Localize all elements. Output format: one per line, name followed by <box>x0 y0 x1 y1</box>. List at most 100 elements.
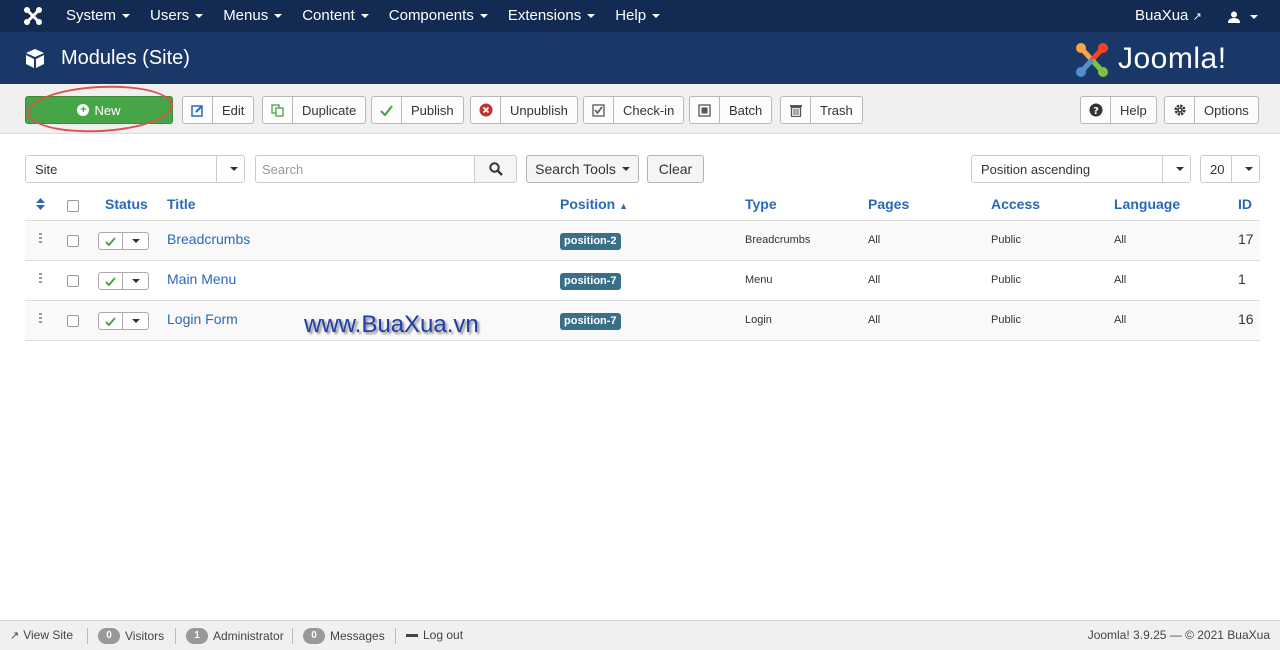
version-info: Joomla! 3.9.25 — © 2021 BuaXua <box>1087 628 1270 642</box>
joomla-logo-icon[interactable] <box>22 6 44 26</box>
edit-button[interactable]: Edit <box>182 96 255 124</box>
published-check-icon[interactable] <box>99 273 123 289</box>
header-status[interactable]: Status <box>105 196 148 212</box>
caret-down-icon <box>587 14 596 19</box>
publish-button[interactable]: Publish <box>371 96 464 124</box>
clear-button[interactable]: Clear <box>647 155 704 183</box>
menu-content[interactable]: Content <box>292 0 379 32</box>
help-button[interactable]: ? Help <box>1080 96 1157 124</box>
header-position[interactable]: Position ▲ <box>560 196 628 212</box>
search-input[interactable] <box>255 155 475 183</box>
unpublish-button[interactable]: Unpublish <box>470 96 578 124</box>
menu-extensions[interactable]: Extensions <box>498 0 605 32</box>
checkbox-checked-icon <box>584 97 614 123</box>
language-cell: All <box>1114 314 1127 326</box>
module-title-link[interactable]: Breadcrumbs <box>167 231 250 247</box>
row-checkbox[interactable] <box>67 275 79 287</box>
header-access[interactable]: Access <box>991 196 1040 212</box>
site-link[interactable]: BuaXua ↗ <box>1135 0 1202 33</box>
page-header: Modules (Site) Joomla! <box>0 32 1280 84</box>
options-button[interactable]: Options <box>1164 96 1259 124</box>
caret-down-icon <box>621 167 630 171</box>
header-pages[interactable]: Pages <box>868 196 909 212</box>
position-badge: position-7 <box>560 273 621 290</box>
caret-down-icon <box>122 14 131 19</box>
id-cell: 16 <box>1238 311 1254 327</box>
header-title[interactable]: Title <box>167 196 196 212</box>
access-cell: Public <box>991 274 1021 286</box>
table-row: Login Form position-7 Login All Public A… <box>25 301 1260 341</box>
drag-handle-icon[interactable] <box>39 273 42 285</box>
caret-down-icon <box>479 14 488 19</box>
menu-system[interactable]: System <box>56 0 140 32</box>
sort-icon[interactable] <box>36 198 45 210</box>
list-limit-select[interactable]: 20 <box>1200 155 1260 183</box>
edit-icon <box>183 97 213 123</box>
drag-handle-icon[interactable] <box>39 313 42 325</box>
divider <box>175 628 176 644</box>
status-toggle[interactable] <box>98 232 149 250</box>
menu-menus[interactable]: Menus <box>213 0 292 32</box>
module-title-link[interactable]: Login Form <box>167 311 238 327</box>
minus-icon <box>406 633 418 637</box>
caret-down-icon[interactable] <box>123 273 148 289</box>
position-badge: position-2 <box>560 233 621 250</box>
language-cell: All <box>1114 234 1127 246</box>
header-id[interactable]: ID <box>1238 196 1252 212</box>
table-row: Main Menu position-7 Menu All Public All… <box>25 261 1260 301</box>
visitors-count-badge: 0 <box>98 628 120 644</box>
checkmark-icon <box>372 97 402 123</box>
type-cell: Menu <box>745 274 773 286</box>
module-title-link[interactable]: Main Menu <box>167 271 236 287</box>
toolbar: + New Edit Duplicate Publish Unpublish C… <box>0 84 1280 134</box>
row-checkbox[interactable] <box>67 315 79 327</box>
user-menu[interactable] <box>1228 0 1258 32</box>
search-tools-button[interactable]: Search Tools <box>526 155 639 183</box>
trash-icon <box>781 97 811 123</box>
access-cell: Public <box>991 314 1021 326</box>
search-button[interactable] <box>474 155 517 183</box>
administrator-link[interactable]: 1 Administrator <box>186 628 284 644</box>
status-toggle[interactable] <box>98 312 149 330</box>
visitors-link[interactable]: 0 Visitors <box>98 628 164 644</box>
menu-components[interactable]: Components <box>379 0 498 32</box>
divider <box>292 628 293 644</box>
duplicate-button[interactable]: Duplicate <box>262 96 367 124</box>
status-toggle[interactable] <box>98 272 149 290</box>
caret-down-icon <box>195 14 204 19</box>
language-cell: All <box>1114 274 1127 286</box>
published-check-icon[interactable] <box>99 233 123 249</box>
drag-handle-icon[interactable] <box>39 233 42 245</box>
id-cell: 1 <box>1238 271 1246 287</box>
position-badge: position-7 <box>560 313 621 330</box>
select-all-checkbox[interactable] <box>67 200 79 212</box>
status-bar: ↗ View Site 0 Visitors 1 Administrator 0 Mes… <box>0 620 1280 650</box>
view-site-link[interactable]: ↗ View Site <box>10 628 73 642</box>
pages-cell: All <box>868 314 881 326</box>
caret-down-icon <box>360 14 369 19</box>
type-cell: Breadcrumbs <box>745 234 811 246</box>
chevron-down-icon <box>1162 156 1190 182</box>
menu-help[interactable]: Help <box>605 0 670 32</box>
joomla-brand-logo: Joomla! <box>1072 40 1262 80</box>
published-check-icon[interactable] <box>99 313 123 329</box>
checkin-button[interactable]: Check-in <box>583 96 685 124</box>
menu-users[interactable]: Users <box>140 0 213 32</box>
header-type[interactable]: Type <box>745 196 777 212</box>
trash-button[interactable]: Trash <box>780 96 863 124</box>
logout-link[interactable]: Log out <box>406 628 463 642</box>
svg-text:?: ? <box>1093 106 1099 117</box>
ordering-select[interactable]: Position ascending <box>971 155 1191 183</box>
pages-cell: All <box>868 234 881 246</box>
chevron-down-icon <box>1231 156 1259 182</box>
caret-down-icon <box>652 14 661 19</box>
batch-button[interactable]: Batch <box>689 96 773 124</box>
divider <box>87 628 88 644</box>
client-select[interactable]: Site <box>25 155 245 183</box>
header-language[interactable]: Language <box>1114 196 1180 212</box>
page-title: Modules (Site) <box>61 47 190 69</box>
caret-down-icon[interactable] <box>123 233 148 249</box>
messages-link[interactable]: 0 Messages <box>303 628 385 644</box>
row-checkbox[interactable] <box>67 235 79 247</box>
caret-down-icon[interactable] <box>123 313 148 329</box>
